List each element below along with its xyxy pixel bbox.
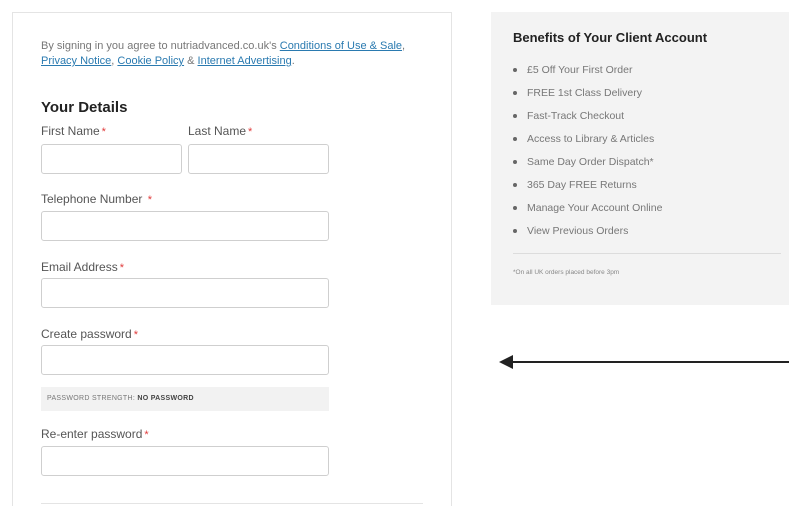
required-marker: * xyxy=(101,126,106,138)
last-name-label-text: Last Name xyxy=(188,124,247,138)
arrow-line xyxy=(510,361,789,363)
benefit-item: 365 Day FREE Returns xyxy=(513,179,662,202)
agreement-suffix: . xyxy=(291,55,295,67)
first-name-label: First Name * xyxy=(41,124,106,138)
telephone-label-text: Telephone Number xyxy=(41,192,143,206)
reenter-password-label-text: Re-enter password xyxy=(41,427,143,441)
conditions-of-use-link[interactable]: Conditions of Use & Sale xyxy=(280,40,402,52)
bullet-icon xyxy=(513,229,517,233)
benefit-item: Access to Library & Articles xyxy=(513,133,662,156)
benefits-panel: Benefits of Your Client Account £5 Off Y… xyxy=(491,12,789,305)
reenter-password-input[interactable] xyxy=(41,446,329,476)
internet-advertising-link[interactable]: Internet Advertising xyxy=(198,55,292,67)
benefits-divider xyxy=(513,253,781,254)
bullet-icon xyxy=(513,206,517,210)
password-strength-prefix: PASSWORD STRENGTH: xyxy=(47,395,138,402)
benefits-footnote: *On all UK orders placed before 3pm xyxy=(513,269,620,276)
benefit-item-text: Access to Library & Articles xyxy=(527,133,655,145)
email-label-text: Email Address xyxy=(41,260,118,274)
create-password-label: Create password * xyxy=(41,327,138,341)
registration-page: By signing in you agree to nutriadvanced… xyxy=(0,0,789,506)
reenter-password-label: Re-enter password * xyxy=(41,427,149,441)
bullet-icon xyxy=(513,137,517,141)
agreement-prefix: By signing in you agree to nutriadvanced… xyxy=(41,40,280,52)
benefit-item: Fast-Track Checkout xyxy=(513,110,662,133)
bullet-icon xyxy=(513,183,517,187)
required-marker: * xyxy=(119,262,124,274)
bullet-icon xyxy=(513,68,517,72)
create-password-label-text: Create password xyxy=(41,327,132,341)
benefit-item-text: 365 Day FREE Returns xyxy=(527,179,637,191)
telephone-input[interactable] xyxy=(41,211,329,241)
email-label: Email Address * xyxy=(41,260,124,274)
required-marker: * xyxy=(144,429,149,441)
required-marker: * xyxy=(248,126,253,138)
required-marker: * xyxy=(147,194,153,206)
cookie-policy-link[interactable]: Cookie Policy xyxy=(117,55,184,67)
benefit-item: View Previous Orders xyxy=(513,225,662,248)
bullet-icon xyxy=(513,160,517,164)
agreement-separator: & xyxy=(184,55,198,67)
privacy-notice-link[interactable]: Privacy Notice xyxy=(41,55,111,67)
telephone-label: Telephone Number * xyxy=(41,192,152,206)
bullet-icon xyxy=(513,114,517,118)
form-divider xyxy=(41,503,423,504)
benefit-item-text: FREE 1st Class Delivery xyxy=(527,87,642,99)
terms-agreement-text: By signing in you agree to nutriadvanced… xyxy=(41,39,441,69)
benefit-item: Manage Your Account Online xyxy=(513,202,662,225)
benefit-item: £5 Off Your First Order xyxy=(513,64,662,87)
benefit-item: FREE 1st Class Delivery xyxy=(513,87,662,110)
benefit-item-text: £5 Off Your First Order xyxy=(527,64,633,76)
last-name-label: Last Name * xyxy=(188,124,252,138)
first-name-label-text: First Name xyxy=(41,124,100,138)
benefit-item-text: Same Day Order Dispatch* xyxy=(527,156,654,168)
password-strength-value: NO PASSWORD xyxy=(137,395,194,402)
first-name-input[interactable] xyxy=(41,144,182,174)
benefits-heading: Benefits of Your Client Account xyxy=(513,30,708,45)
bullet-icon xyxy=(513,91,517,95)
create-password-input[interactable] xyxy=(41,345,329,375)
benefit-item-text: Fast-Track Checkout xyxy=(527,110,625,122)
required-marker: * xyxy=(133,329,138,341)
registration-form-panel: By signing in you agree to nutriadvanced… xyxy=(12,12,452,506)
last-name-input[interactable] xyxy=(188,144,329,174)
benefit-item: Same Day Order Dispatch* xyxy=(513,156,662,179)
benefit-item-text: View Previous Orders xyxy=(527,225,629,237)
email-input[interactable] xyxy=(41,278,329,308)
your-details-heading: Your Details xyxy=(41,99,128,116)
password-strength-indicator: PASSWORD STRENGTH: NO PASSWORD xyxy=(41,387,329,411)
benefits-list: £5 Off Your First Order FREE 1st Class D… xyxy=(513,64,662,248)
benefit-item-text: Manage Your Account Online xyxy=(527,202,663,214)
agreement-separator: , xyxy=(402,40,406,52)
